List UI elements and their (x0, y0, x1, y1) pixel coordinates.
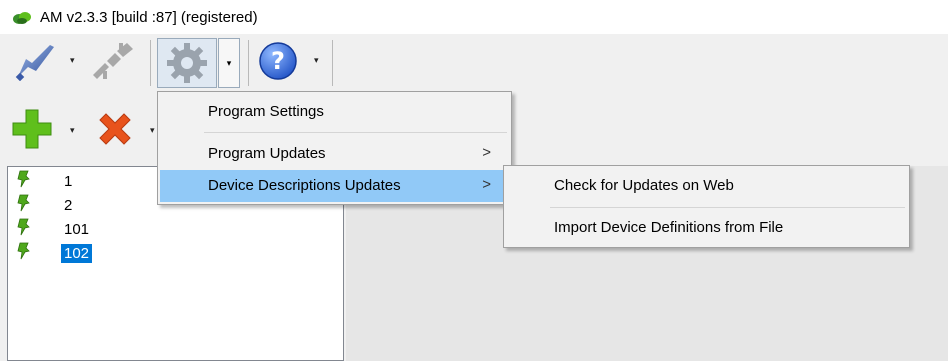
connect-dropdown-arrow[interactable]: ▾ (70, 55, 75, 66)
menu-item-program-updates[interactable]: Program Updates > (160, 138, 509, 170)
unplug-icon (89, 41, 135, 85)
window-title: AM v2.3.3 [build :87] (registered) (40, 9, 258, 26)
leaf-logo-icon (12, 10, 32, 30)
remove-dropdown-arrow[interactable]: ▾ (150, 125, 155, 136)
help-icon: ? (258, 41, 298, 85)
plus-icon (11, 108, 53, 154)
menu-separator (204, 132, 507, 133)
title-bar: AM v2.3.3 [build :87] (registered) (0, 0, 948, 34)
svg-text:?: ? (271, 47, 285, 75)
pushpin-icon (17, 170, 31, 192)
settings-menu: Program Settings Program Updates > Devic… (157, 91, 512, 205)
list-item[interactable]: 102 (17, 242, 93, 264)
menu-item-check-updates-web[interactable]: Check for Updates on Web (506, 170, 907, 202)
gear-icon (166, 42, 208, 88)
list-item[interactable]: 2 (17, 194, 72, 216)
x-icon (94, 108, 136, 154)
toolbar-separator (150, 40, 151, 86)
add-dropdown-arrow[interactable]: ▾ (70, 125, 75, 136)
add-button[interactable] (10, 108, 54, 154)
list-item[interactable]: 1 (17, 170, 72, 192)
connect-button[interactable] (14, 40, 58, 86)
toolbar-separator (332, 40, 333, 86)
pushpin-icon (17, 218, 31, 240)
disconnect-button[interactable] (88, 40, 136, 86)
menu-item-import-definitions-file[interactable]: Import Device Definitions from File (506, 212, 907, 244)
settings-button[interactable] (157, 38, 217, 88)
chevron-down-icon: ▾ (226, 57, 232, 68)
help-button[interactable]: ? (256, 40, 300, 86)
help-dropdown-arrow[interactable]: ▾ (314, 55, 319, 66)
chevron-right-icon: > (482, 176, 491, 193)
pushpin-icon (17, 194, 31, 216)
main-toolbar: ▾ ▾ ? ▾ (0, 34, 948, 92)
remove-button[interactable] (92, 108, 138, 154)
device-updates-submenu: Check for Updates on Web Import Device D… (503, 165, 910, 248)
menu-item-program-settings[interactable]: Program Settings (160, 96, 509, 128)
list-item[interactable]: 101 (17, 218, 89, 240)
menu-item-device-descriptions-updates[interactable]: Device Descriptions Updates > (160, 170, 509, 202)
settings-dropdown-arrow[interactable]: ▾ (218, 38, 240, 88)
toolbar-separator (248, 40, 249, 86)
plug-icon (14, 41, 58, 85)
menu-separator (550, 207, 905, 208)
chevron-right-icon: > (482, 144, 491, 161)
pushpin-icon (17, 242, 31, 264)
